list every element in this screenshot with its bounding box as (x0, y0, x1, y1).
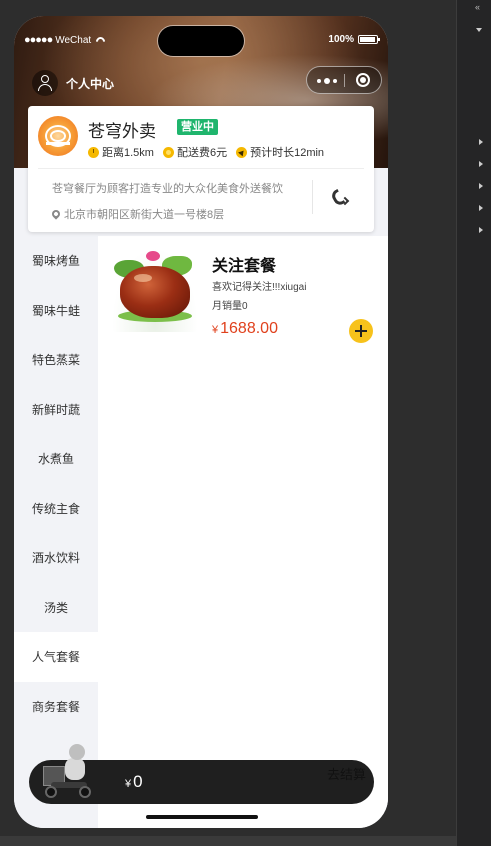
chevron-right-icon[interactable] (479, 205, 483, 211)
phone-call-icon[interactable] (333, 190, 349, 208)
user-center-label: 个人中心 (66, 76, 115, 91)
dynamic-island (158, 26, 244, 56)
store-description: 苍穹餐厅为顾客打造专业的大众化美食外送餐饮 (52, 183, 283, 195)
cart-bar[interactable]: ¥0 (29, 744, 374, 804)
status-badge: 营业中 (177, 119, 218, 135)
store-address: 北京市朝阳区新街大道一号楼8层 (50, 206, 225, 222)
store-address-text: 北京市朝阳区新街大道一号楼8层 (64, 209, 225, 221)
sidebar-item-bullfrog[interactable]: 蜀味牛蛙 (14, 286, 98, 336)
phone-divider (312, 180, 313, 214)
sidebar-item-soup[interactable]: 汤类 (14, 583, 98, 633)
clock-icon (88, 146, 99, 158)
cart-total-value: 0 (133, 772, 143, 791)
sidebar-item-popular-combo[interactable]: 人气套餐 (14, 632, 98, 682)
delivery-fee-text: 配送费6元 (176, 147, 228, 159)
sidebar-item-steamed[interactable]: 特色蒸菜 (14, 335, 98, 385)
simulator-bottom-strip (0, 836, 456, 846)
store-logo (38, 116, 78, 156)
store-name: 苍穹外卖 (88, 122, 156, 141)
chevron-right-icon[interactable] (479, 183, 483, 189)
sidebar-item-boiled-fish[interactable]: 水煮鱼 (14, 434, 98, 484)
eta-info: 预计时长12min (236, 144, 324, 160)
add-to-cart-button[interactable] (349, 319, 373, 343)
chevron-right-icon[interactable] (479, 139, 483, 145)
location-pin-icon (50, 208, 62, 220)
user-icon (32, 70, 58, 96)
cart-total: ¥0 (125, 772, 143, 792)
carrier-label: WeChat (55, 34, 92, 46)
chevron-right-icon[interactable] (479, 227, 483, 233)
phone-screen: ●●●●● WeChat 100% 个人中心 苍穹外卖 营业中 距离1.5km (14, 16, 388, 828)
dish-monthly-sales: 月销量0 (212, 301, 248, 312)
chevron-right-icon[interactable] (479, 161, 483, 167)
category-sidebar: 蜀味烤鱼 蜀味牛蛙 特色蒸菜 新鲜时蔬 水煮鱼 传统主食 酒水饮料 汤类 人气套… (14, 236, 98, 828)
user-center-button[interactable]: 个人中心 (32, 70, 114, 96)
dish-name[interactable]: 关注套餐 (212, 252, 276, 276)
currency-symbol: ¥ (212, 324, 219, 336)
card-divider (38, 168, 364, 169)
distance-text: 距离1.5km (102, 147, 154, 159)
delivery-rider-icon[interactable] (41, 744, 97, 802)
caret-down-icon[interactable] (476, 28, 482, 32)
sidebar-item-business-combo[interactable]: 商务套餐 (14, 682, 98, 732)
signal-icon: ●●●●● (24, 34, 53, 46)
store-meta-row: 距离1.5km 配送费6元 预计时长12min (88, 144, 324, 160)
sidebar-item-staple-food[interactable]: 传统主食 (14, 484, 98, 534)
coin-icon (162, 146, 174, 158)
dish-price-value: 1688.00 (220, 320, 278, 337)
currency-symbol: ¥ (125, 778, 132, 790)
panel-mark: « (475, 2, 481, 12)
home-indicator (146, 815, 258, 819)
sidebar-item-grilled-fish[interactable]: 蜀味烤鱼 (14, 236, 98, 286)
sidebar-item-drinks[interactable]: 酒水饮料 (14, 533, 98, 583)
checkout-button[interactable]: 去结算 (327, 764, 366, 783)
navigation-icon (236, 146, 248, 158)
battery-icon (358, 35, 380, 44)
battery-percent: 100% (328, 34, 354, 45)
ide-side-panel: « (457, 0, 491, 846)
more-dots-icon[interactable] (317, 78, 337, 84)
dish-description: 喜欢记得关注!!!xiugai (212, 282, 307, 293)
delivery-fee-info: 配送费6元 (162, 144, 228, 160)
sidebar-item-vegetables[interactable]: 新鲜时蔬 (14, 385, 98, 435)
dish-price: ¥1688.00 (212, 320, 278, 338)
store-info-card: 苍穹外卖 营业中 距离1.5km 配送费6元 预计时长12min 苍穹餐厅为顾客… (28, 106, 374, 232)
dish-image[interactable] (112, 248, 198, 332)
distance-info: 距离1.5km (88, 144, 154, 160)
dish-list: 关注套餐 喜欢记得关注!!!xiugai 月销量0 ¥1688.00 (98, 236, 388, 828)
wifi-icon (96, 37, 105, 44)
eta-text: 预计时长12min (250, 147, 325, 159)
miniprogram-capsule (306, 66, 382, 94)
close-miniprogram-icon[interactable] (356, 73, 370, 87)
